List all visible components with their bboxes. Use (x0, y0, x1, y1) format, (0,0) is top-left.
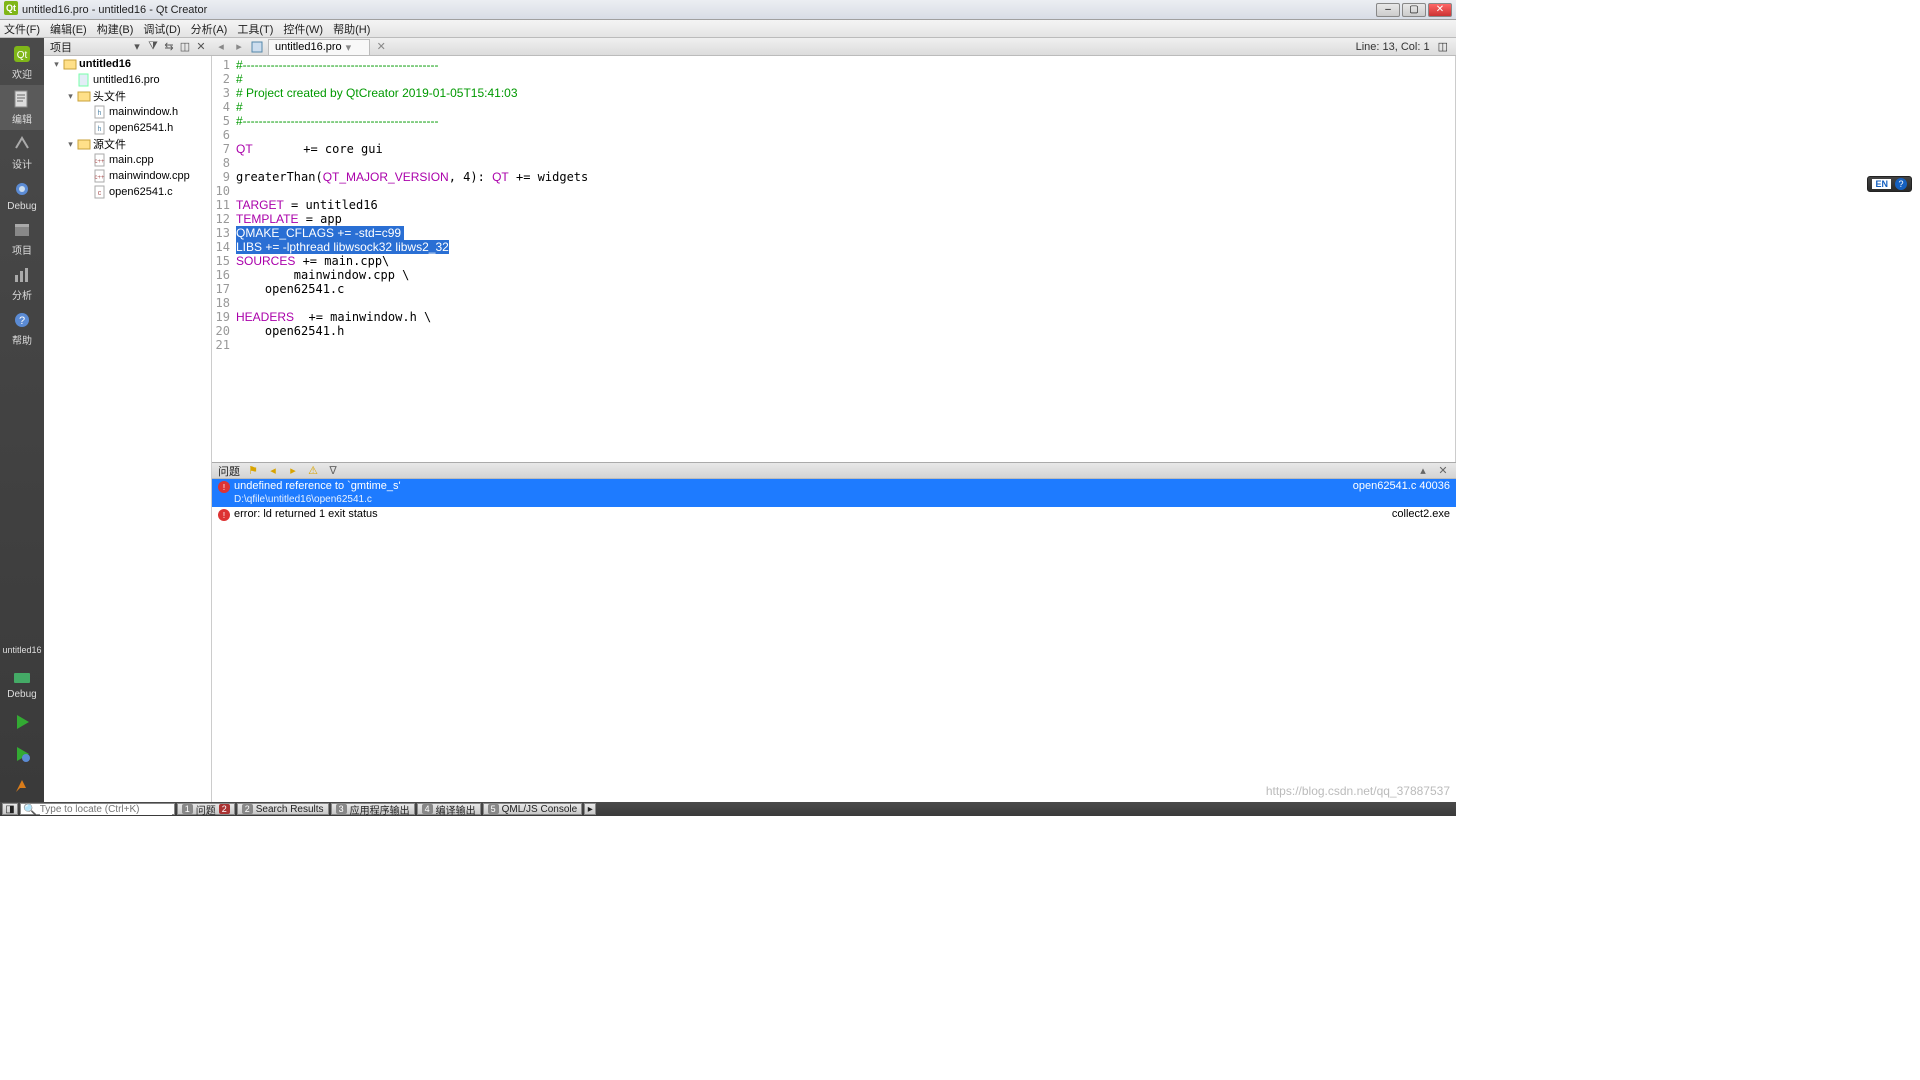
tree-headers-folder[interactable]: ▾头文件 (44, 88, 211, 104)
funnel-icon[interactable]: ∇ (326, 464, 340, 478)
project-tree[interactable]: ▾untitled16 untitled16.pro ▾头文件 hmainwin… (44, 56, 212, 802)
issues-filter-icon[interactable]: ⚑ (246, 464, 260, 478)
mode-help[interactable]: ?帮助 (0, 306, 44, 351)
qt-logo-icon: Qt (4, 1, 18, 18)
svg-text:Qt: Qt (17, 50, 28, 61)
output-more[interactable]: ▸ (584, 803, 596, 815)
menu-widgets[interactable]: 控件(W) (283, 21, 323, 37)
mode-analyze[interactable]: 分析 (0, 261, 44, 306)
line-gutter: 1 2 3 4 5 6 7 8 9 10 11 12 13 14 15 16 1… (212, 56, 234, 462)
issues-list[interactable]: !undefined reference to `gmtime_s'D:\qfi… (212, 479, 1456, 802)
run-button[interactable] (0, 706, 44, 738)
tree-file[interactable]: copen62541.c (44, 184, 211, 200)
split-editor-icon[interactable]: ◫ (1438, 40, 1448, 53)
issues-panel: 问题 ⚑ ◂ ▸ ⚠ ∇ ▴ ✕ !undefined reference to… (212, 462, 1456, 802)
svg-text:c: c (98, 190, 102, 197)
maximize-button[interactable]: ▢ (1402, 3, 1426, 17)
code-editor[interactable]: 1 2 3 4 5 6 7 8 9 10 11 12 13 14 15 16 1… (212, 56, 1456, 462)
output-tab[interactable]: 2Search Results (237, 803, 329, 815)
tree-project-root[interactable]: ▾untitled16 (44, 56, 211, 72)
tree-file[interactable]: c++main.cpp (44, 152, 211, 168)
output-tab[interactable]: 3应用程序输出 (331, 803, 415, 815)
build-mode[interactable]: Debug (0, 661, 44, 706)
editor-tab-bar: ◂ ▸ untitled16.pro ▾ ✕ Line: 13, Col: 1 … (212, 38, 1456, 56)
minimize-button[interactable]: – (1376, 3, 1400, 17)
file-icon (250, 40, 264, 54)
issues-title: 问题 (218, 463, 240, 479)
mode-welcome[interactable]: Qt欢迎 (0, 40, 44, 85)
output-tab[interactable]: 1问题 2 (177, 803, 235, 815)
output-toggle[interactable]: ◨ (2, 803, 18, 815)
menu-edit[interactable]: 编辑(E) (50, 21, 87, 37)
sync-icon[interactable]: ⇆ (162, 40, 176, 54)
tree-file[interactable]: c++mainwindow.cpp (44, 168, 211, 184)
cursor-position: Line: 13, Col: 1 (1356, 41, 1430, 53)
mode-edit[interactable]: 编辑 (0, 85, 44, 130)
target-selector[interactable]: untitled16 (0, 639, 44, 661)
code-area[interactable]: #---------------------------------------… (234, 56, 1455, 462)
chevron-down-icon[interactable]: ▾ (130, 40, 144, 54)
issue-row[interactable]: !undefined reference to `gmtime_s'D:\qfi… (212, 479, 1456, 507)
debug-run-button[interactable] (0, 738, 44, 770)
issues-prev-icon[interactable]: ◂ (266, 464, 280, 478)
tree-file[interactable]: hopen62541.h (44, 120, 211, 136)
tab-dropdown-icon[interactable]: ▾ (346, 41, 352, 54)
svg-text:Qt: Qt (6, 3, 16, 13)
warning-icon[interactable]: ⚠ (306, 464, 320, 478)
locator[interactable]: 🔍 (20, 803, 175, 815)
bottom-bar: ◨ 🔍 1问题 22Search Results3应用程序输出4编译输出5QML… (0, 802, 1456, 816)
error-icon: ! (218, 509, 230, 521)
error-icon: ! (218, 481, 230, 493)
window-title: untitled16.pro - untitled16 - Qt Creator (22, 4, 1376, 16)
language-bar[interactable]: EN ? (1867, 176, 1912, 192)
search-icon: 🔍 (23, 803, 37, 816)
menu-help[interactable]: 帮助(H) (333, 21, 370, 37)
issues-min-icon[interactable]: ▴ (1416, 464, 1430, 478)
nav-fwd-icon[interactable]: ▸ (232, 40, 246, 54)
editor-tab[interactable]: untitled16.pro ▾ (268, 39, 370, 55)
mode-design[interactable]: 设计 (0, 130, 44, 175)
issues-next-icon[interactable]: ▸ (286, 464, 300, 478)
svg-text:h: h (98, 126, 102, 133)
project-pane-header: 项目 ▾ ⧩ ⇆ ◫ ✕ (44, 38, 212, 56)
menu-bar: 文件(F) 编辑(E) 构建(B) 调试(D) 分析(A) 工具(T) 控件(W… (0, 20, 1456, 38)
svg-text:h: h (98, 110, 102, 117)
menu-analyze[interactable]: 分析(A) (191, 21, 228, 37)
menu-debug[interactable]: 调试(D) (143, 21, 180, 37)
filter-icon[interactable]: ⧩ (146, 40, 160, 54)
help-icon[interactable]: ? (1895, 178, 1907, 190)
tree-sources-folder[interactable]: ▾源文件 (44, 136, 211, 152)
watermark: https://blog.csdn.net/qq_37887537 (1266, 784, 1450, 798)
mode-sidebar: Qt欢迎 编辑 设计 Debug 项目 分析 ?帮助 untitled16 De… (0, 38, 44, 802)
output-tab[interactable]: 5QML/JS Console (483, 803, 583, 815)
svg-text:c++: c++ (94, 175, 105, 181)
issue-row[interactable]: !error: ld returned 1 exit statuscollect… (212, 507, 1456, 522)
close-button[interactable]: ✕ (1428, 3, 1452, 17)
mode-debug[interactable]: Debug (0, 175, 44, 216)
svg-text:c++: c++ (94, 159, 105, 165)
svg-text:?: ? (19, 315, 25, 327)
locator-input[interactable] (40, 804, 172, 815)
nav-back-icon[interactable]: ◂ (214, 40, 228, 54)
tab-close-icon[interactable]: ✕ (374, 40, 388, 54)
build-button[interactable] (0, 770, 44, 802)
tree-pro-file[interactable]: untitled16.pro (44, 72, 211, 88)
issues-close-icon[interactable]: ✕ (1436, 464, 1450, 478)
menu-build[interactable]: 构建(B) (97, 21, 134, 37)
split-icon[interactable]: ◫ (178, 40, 192, 54)
menu-file[interactable]: 文件(F) (4, 21, 40, 37)
tree-file[interactable]: hmainwindow.h (44, 104, 211, 120)
mode-projects[interactable]: 项目 (0, 216, 44, 261)
output-tab[interactable]: 4编译输出 (417, 803, 481, 815)
menu-tools[interactable]: 工具(T) (237, 21, 273, 37)
title-bar: Qt untitled16.pro - untitled16 - Qt Crea… (0, 0, 1456, 20)
close-pane-icon[interactable]: ✕ (194, 40, 208, 54)
